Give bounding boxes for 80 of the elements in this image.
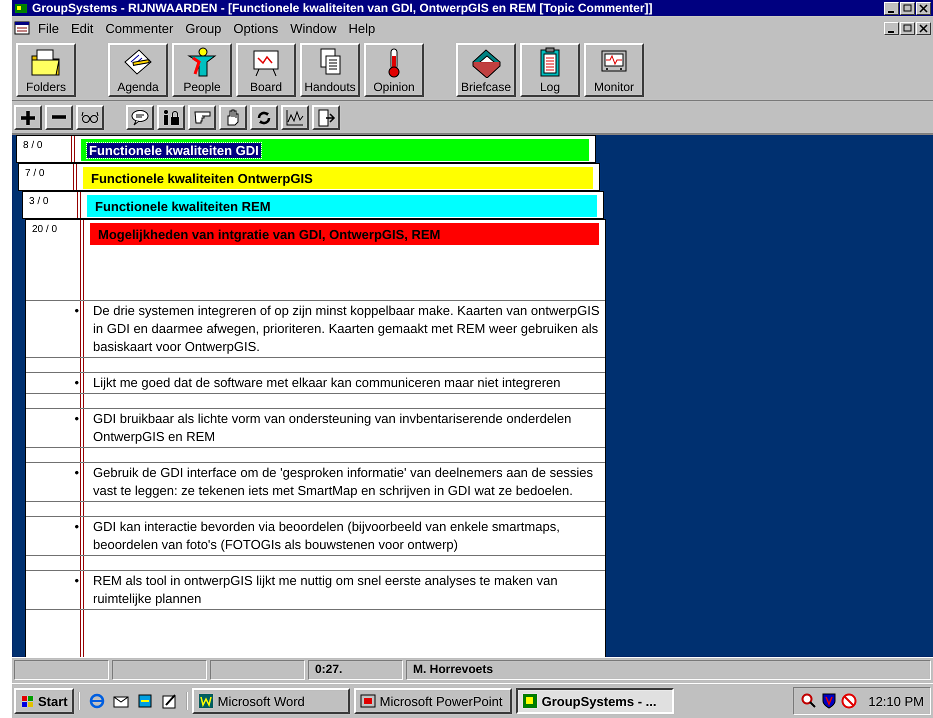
comment-count: 8 / 0 [23, 140, 42, 151]
bullet: • [73, 302, 80, 320]
bullet: • [73, 464, 80, 482]
topic-title-bar[interactable]: Mogelijkheden van intgratie van GDI, OntwerpGIS, REM [90, 223, 599, 245]
menu-item[interactable]: File [34, 20, 63, 36]
line-chart-button[interactable] [281, 104, 309, 130]
topic-title: Functionele kwaliteiten OntwerpGIS [90, 170, 314, 186]
menu-item[interactable]: Help [344, 20, 380, 36]
topic-title: Mogelijkheden van intgratie van GDI, OntwerpGIS, REM [97, 226, 442, 242]
windows-flag-icon [20, 694, 36, 708]
window-title: GroupSystems - RIJNWAARDEN - [Functionele kwaliteiten van GDI, OntwerpGIS en REM [Topic Commenter]] [32, 1, 654, 15]
bullet: • [73, 572, 80, 590]
bullet: • [73, 410, 80, 428]
folders-button[interactable]: Folders [16, 43, 76, 97]
pen-icon[interactable] [160, 692, 178, 710]
bullet: • [73, 374, 80, 392]
handouts-button[interactable]: Handouts [300, 43, 360, 97]
restore-button[interactable] [901, 2, 914, 14]
taskbar-button[interactable]: GroupSystems - ... [516, 688, 674, 714]
add-button[interactable] [14, 104, 42, 130]
taskbar-button[interactable]: Microsoft PowerPoint [354, 688, 512, 714]
comment-text: Lijkt me goed dat de software met elkaar kan communiceren maar niet integreren [93, 374, 562, 392]
taskbar-button[interactable]: Microsoft Word [192, 688, 350, 714]
status-text: 0:27. [308, 660, 403, 680]
topic-title-bar[interactable]: Functionele kwaliteiten GDI [81, 139, 589, 161]
document-icon [14, 21, 30, 35]
comment-text: GDI bruikbaar als lichte vorm van ondersteuning van invbentariserende onderdelen OntwerpGIS en REM [93, 410, 572, 446]
menu-item[interactable]: Commenter [101, 20, 178, 36]
browser-icon[interactable] [88, 692, 106, 710]
glasses-button[interactable] [76, 104, 104, 130]
people-button[interactable]: People [172, 43, 232, 97]
close-button[interactable] [917, 2, 930, 14]
bullet: • [73, 518, 80, 536]
agenda-button[interactable]: Agenda [108, 43, 168, 97]
start-button[interactable]: Start [14, 688, 74, 714]
briefcase-button[interactable]: Briefcase [456, 43, 516, 97]
letter-w-icon [198, 693, 214, 709]
exit-door-icon [316, 108, 336, 126]
comment-count: 7 / 0 [25, 168, 44, 179]
comment-text: Gebruik de GDI interface om de 'gesproken informatie' van deelnemers aan de sessies vast te leggen: ze tekenen iets met SmartMap en schrijven in GDI wat ze bedoelen. [93, 464, 594, 500]
topic-title-bar[interactable]: Functionele kwaliteiten REM [87, 195, 597, 217]
opinion-button[interactable]: Opinion [364, 43, 424, 97]
no-sign-icon[interactable] [840, 692, 858, 710]
line-chart-icon [285, 108, 305, 126]
board-button[interactable]: Board [236, 43, 296, 97]
exit-door-button[interactable] [312, 104, 340, 130]
app-icon [14, 2, 28, 14]
remove-button[interactable] [45, 104, 73, 130]
comment-text: De drie systemen integreren of op zijn minst koppelbaar make. Kaarten van ontwerpGIS in GDI en daarmee afwegen, prioriteren. Kaarten gemaakt met REM weer gebruiken als basiskaart voor OntwerpGIS. [93, 302, 601, 356]
comment-count: 3 / 0 [29, 196, 48, 207]
hand-button[interactable] [219, 104, 247, 130]
slide-icon [360, 693, 376, 709]
speech-bubble-button[interactable] [126, 104, 154, 130]
comment-text: REM als tool in ontwerpGIS lijkt me nuttig om snel eerste analyses te maken van ruimtelijke plannen [93, 572, 559, 608]
pointing-hand-button[interactable] [188, 104, 216, 130]
status-text: M. Horrevoets [406, 660, 931, 680]
speech-bubble-icon [130, 108, 150, 126]
topic-title-bar[interactable]: Functionele kwaliteiten OntwerpGIS [83, 167, 593, 189]
close-button[interactable] [917, 22, 930, 34]
refresh-button[interactable] [250, 104, 278, 130]
menu-item[interactable]: Edit [66, 20, 98, 36]
menu-item[interactable]: Window [286, 20, 340, 36]
comment-text: GDI kan interactie bevorden via beoordelen (bijvoorbeeld van enkele smartmaps, beoordelen van foto's (FOTOGIs als bouwstenen voor ontwerp) [93, 518, 561, 554]
topic-title: Functionele kwaliteiten REM [94, 198, 272, 214]
pointing-hand-icon [194, 110, 210, 124]
monitor-button[interactable]: Monitor [584, 43, 644, 97]
menu-item[interactable]: Options [229, 20, 282, 36]
topic-title: Functionele kwaliteiten GDI [87, 142, 261, 158]
person-lock-icon [161, 108, 181, 126]
clock: 12:10 PM [868, 694, 924, 708]
log-button[interactable]: Log [520, 43, 580, 97]
comment-count: 20 / 0 [32, 224, 58, 235]
person-icon [185, 46, 219, 78]
shield-icon[interactable] [820, 692, 838, 710]
app-icon [522, 693, 538, 709]
channels-icon[interactable] [136, 692, 154, 710]
restore-button[interactable] [901, 22, 914, 34]
magnifier-icon[interactable] [800, 692, 818, 710]
menu-item[interactable]: Group [181, 20, 226, 36]
person-lock-button[interactable] [157, 104, 185, 130]
